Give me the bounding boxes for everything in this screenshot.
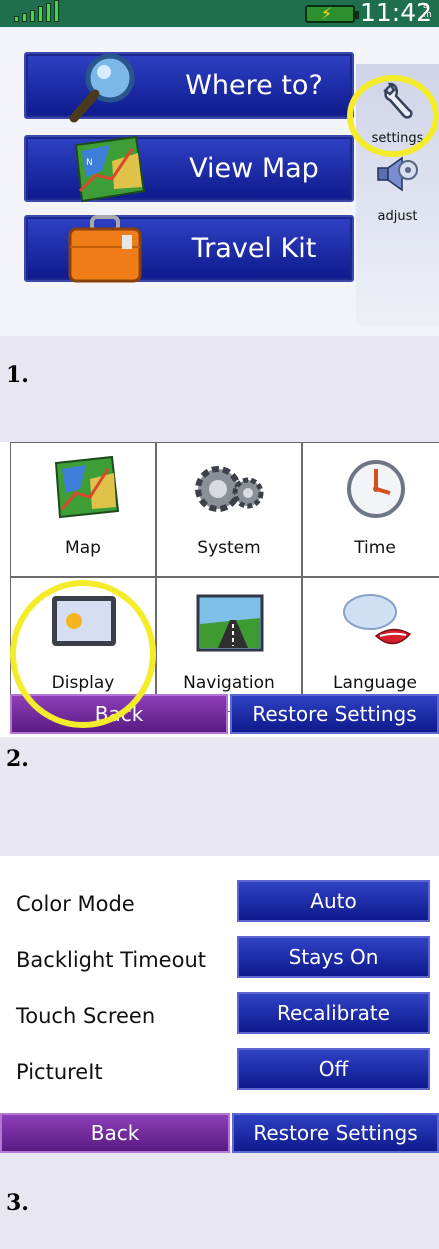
gears-icon <box>195 466 264 512</box>
map-icon: N <box>74 135 146 203</box>
step-label-1: 1. <box>6 362 29 388</box>
clock-icon <box>347 460 405 518</box>
main-menu-screen: ⚡ 11:42 a m Where to? N View Map Travel … <box>0 0 439 336</box>
where-to-button[interactable]: Where to? <box>24 52 354 123</box>
language-tile-label: Language <box>333 673 417 693</box>
status-bar: ⚡ 11:42 a m <box>0 0 439 27</box>
road-icon <box>196 594 264 652</box>
step-label-2: 2. <box>6 746 29 772</box>
magnifier-icon <box>69 53 135 123</box>
svg-text:N: N <box>86 158 93 168</box>
backlight-timeout-label: Backlight Timeout <box>16 948 206 972</box>
settings-navigation-tile[interactable]: Navigation <box>156 577 302 712</box>
settings-system-tile[interactable]: System <box>156 442 302 577</box>
pictureit-label: PictureIt <box>16 1060 103 1084</box>
system-tile-label: System <box>197 538 261 558</box>
adjust-label: adjust <box>377 209 418 224</box>
suitcase-icon <box>68 215 142 283</box>
travel-kit-button[interactable]: Travel Kit <box>24 215 354 283</box>
adjust-button[interactable]: adjust <box>356 152 439 230</box>
pictureit-button[interactable]: Off <box>237 1048 430 1090</box>
restore-settings-button-2[interactable]: Restore Settings <box>232 1113 439 1153</box>
backlight-timeout-button[interactable]: Stays On <box>237 936 430 978</box>
speaker-icon <box>377 156 418 192</box>
view-map-label: View Map <box>189 153 319 184</box>
color-mode-button[interactable]: Auto <box>237 880 430 922</box>
speech-lips-icon <box>343 594 412 645</box>
back-button-2[interactable]: Back <box>0 1113 230 1153</box>
navigation-tile-label: Navigation <box>183 673 275 693</box>
touch-screen-label: Touch Screen <box>16 1004 156 1028</box>
step-label-3: 3. <box>6 1190 29 1216</box>
color-mode-label: Color Mode <box>16 892 135 916</box>
battery-charging-icon: ⚡ <box>305 5 359 23</box>
clock-ampm: a m <box>423 1 432 20</box>
travel-kit-label: Travel Kit <box>191 233 317 264</box>
where-to-label: Where to? <box>185 70 323 101</box>
display-settings-screen: Color Mode Auto Backlight Timeout Stays … <box>0 856 439 1146</box>
settings-map-tile[interactable]: Map <box>10 442 156 577</box>
settings-highlight-ring <box>347 75 439 157</box>
clock-time: 11:42 <box>360 0 433 27</box>
recalibrate-button[interactable]: Recalibrate <box>237 992 430 1034</box>
map-tile-label: Map <box>65 538 101 558</box>
settings-language-tile[interactable]: Language <box>302 577 439 712</box>
display-highlight-ring <box>10 580 156 728</box>
map-icon <box>54 455 120 519</box>
settings-time-tile[interactable]: Time <box>302 442 439 577</box>
view-map-button[interactable]: N View Map <box>24 135 354 203</box>
signal-strength-icon <box>14 0 74 27</box>
time-tile-label: Time <box>354 538 396 558</box>
restore-settings-button[interactable]: Restore Settings <box>230 694 439 734</box>
